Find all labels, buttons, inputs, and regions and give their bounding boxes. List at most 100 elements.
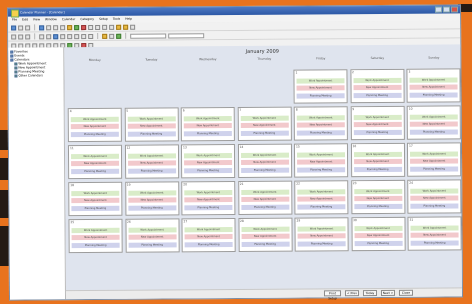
event-red[interactable]: New Appointment bbox=[183, 123, 232, 129]
calendar-view-icon[interactable] bbox=[67, 24, 73, 30]
event-green[interactable]: Work Appointment bbox=[184, 153, 233, 159]
day-cell[interactable]: 14 Work Appointment New Appointment Plannin… bbox=[237, 143, 292, 178]
event-red[interactable]: New Appointment bbox=[297, 159, 346, 165]
event-green[interactable]: Work Appointment bbox=[70, 116, 119, 123]
event-red[interactable]: New Appointment bbox=[353, 158, 402, 165]
event-green[interactable]: Work Appointment bbox=[409, 114, 458, 120]
event-green[interactable]: Work Appointment bbox=[184, 190, 233, 196]
event-green[interactable]: Work Appointment bbox=[240, 189, 289, 195]
day-cell[interactable]: 27 Work Appointment New Appointment Plannin… bbox=[181, 217, 236, 253]
day-cell[interactable]: 5 Work Appointment New Appointment Planning… bbox=[124, 107, 179, 142]
day-cell[interactable]: 16 Work Appointment New Appointment Plannin… bbox=[350, 142, 405, 178]
event-green[interactable]: Work Appointment bbox=[296, 78, 345, 84]
event-green[interactable]: Work Appointment bbox=[240, 152, 289, 158]
paste-icon[interactable] bbox=[60, 24, 66, 30]
align-right-icon[interactable] bbox=[53, 33, 59, 39]
event-red[interactable]: New Appointment bbox=[240, 196, 289, 202]
bottom-button[interactable]: Next > bbox=[380, 289, 396, 296]
menu-item[interactable]: Calendar bbox=[62, 16, 76, 23]
event-red[interactable]: New Appointment bbox=[240, 159, 289, 165]
event-blue[interactable]: Planning Meeting bbox=[127, 205, 176, 211]
event-blue[interactable]: Planning Meeting bbox=[70, 131, 119, 138]
font-size-field[interactable] bbox=[168, 32, 205, 38]
refresh-icon[interactable] bbox=[116, 33, 122, 39]
event-blue[interactable]: Planning Meeting bbox=[184, 168, 233, 174]
day-cell[interactable]: 18 Work Appointment New Appointment Plannin… bbox=[68, 181, 123, 217]
event-blue[interactable]: Planning Meeting bbox=[184, 242, 233, 248]
event-blue[interactable]: Planning Meeting bbox=[296, 130, 345, 136]
undo-icon[interactable] bbox=[81, 33, 87, 39]
bottom-button[interactable]: < Prev bbox=[344, 290, 360, 297]
day-cell[interactable]: 15 Work Appointment New Appointment Plannin… bbox=[293, 143, 349, 178]
event-green[interactable]: Work Appointment bbox=[240, 115, 289, 121]
event-red[interactable]: New Appointment bbox=[297, 233, 346, 239]
day-cell[interactable]: 28 Work Appointment New Appointment Plannin… bbox=[237, 217, 293, 252]
event-red[interactable]: New Appointment bbox=[184, 234, 233, 240]
print-icon[interactable] bbox=[39, 24, 45, 30]
event-blue[interactable]: Planning Meeting bbox=[184, 205, 233, 211]
event-blue[interactable]: Planning Meeting bbox=[353, 166, 402, 173]
event-blue[interactable]: Planning Meeting bbox=[353, 203, 402, 210]
open-icon[interactable] bbox=[18, 24, 24, 31]
close-button[interactable] bbox=[450, 6, 459, 13]
event-green[interactable]: Work Appointment bbox=[297, 152, 346, 158]
event-green[interactable]: Work Appointment bbox=[410, 188, 459, 194]
new-icon[interactable] bbox=[11, 25, 17, 31]
menu-item[interactable]: Help bbox=[125, 16, 132, 23]
event-blue[interactable]: Planning Meeting bbox=[127, 131, 176, 137]
day-cell[interactable]: 30 Work Appointment New Appointment Plannin… bbox=[350, 216, 406, 252]
event-red[interactable]: New Appointment bbox=[127, 160, 176, 166]
event-red[interactable]: New Appointment bbox=[184, 197, 233, 203]
event-blue[interactable]: Planning Meeting bbox=[240, 130, 289, 136]
help-icon[interactable] bbox=[130, 24, 136, 30]
day-cell[interactable]: 7 Work Appointment New Appointment Planning… bbox=[237, 106, 292, 141]
menu-item[interactable]: Window bbox=[45, 16, 57, 23]
day-cell[interactable]: 19 Work Appointment New Appointment Plannin… bbox=[124, 181, 179, 216]
align-left-icon[interactable] bbox=[39, 33, 45, 39]
event-green[interactable]: Work Appointment bbox=[127, 153, 176, 159]
indent-icon[interactable] bbox=[67, 33, 73, 39]
list-icon[interactable] bbox=[60, 33, 66, 39]
add-event-icon[interactable] bbox=[74, 24, 80, 30]
event-green[interactable]: Work Appointment bbox=[128, 227, 177, 233]
menu-item[interactable]: View bbox=[33, 16, 40, 23]
event-red[interactable]: New Appointment bbox=[410, 195, 459, 201]
event-blue[interactable]: Planning Meeting bbox=[354, 240, 403, 247]
event-green[interactable]: Work Appointment bbox=[71, 153, 120, 160]
font-name-field[interactable] bbox=[130, 32, 167, 39]
save-icon[interactable] bbox=[25, 24, 31, 30]
event-blue[interactable]: Planning Meeting bbox=[297, 241, 346, 247]
event-blue[interactable]: Planning Meeting bbox=[240, 204, 289, 210]
menu-item[interactable]: Tools bbox=[113, 16, 120, 23]
day-cell[interactable]: 26 Work Appointment New Appointment Plannin… bbox=[124, 218, 180, 253]
event-blue[interactable]: Planning Meeting bbox=[183, 131, 232, 137]
event-red[interactable]: New Appointment bbox=[127, 123, 176, 129]
event-blue[interactable]: Planning Meeting bbox=[127, 168, 176, 174]
event-red[interactable]: New Appointment bbox=[409, 121, 458, 127]
star-icon[interactable] bbox=[123, 24, 129, 30]
bottom-button[interactable]: Print Setup bbox=[323, 290, 342, 300]
event-blue[interactable]: Planning Meeting bbox=[71, 205, 120, 212]
event-green[interactable]: Work Appointment bbox=[352, 77, 402, 84]
event-red[interactable]: New Appointment bbox=[296, 85, 345, 91]
day-cell[interactable]: 10 Work Appointment New Appointment Plannin… bbox=[406, 105, 461, 140]
event-green[interactable]: Work Appointment bbox=[353, 151, 402, 158]
minimize-button[interactable] bbox=[434, 6, 443, 13]
event-green[interactable]: Work Appointment bbox=[409, 77, 458, 83]
event-blue[interactable]: Planning Meeting bbox=[71, 242, 120, 249]
event-green[interactable]: Work Appointment bbox=[127, 190, 176, 196]
copy-icon[interactable] bbox=[53, 24, 59, 30]
day-cell[interactable]: 13 Work Appointment New Appointment Plannin… bbox=[180, 144, 236, 179]
day-cell[interactable]: 12 Work Appointment New Appointment Plannin… bbox=[124, 144, 179, 179]
day-view-icon[interactable] bbox=[95, 24, 101, 30]
event-blue[interactable]: Planning Meeting bbox=[296, 93, 345, 99]
event-green[interactable]: Work Appointment bbox=[409, 151, 459, 157]
day-cell[interactable]: 9 Work Appointment New Appointment Planning… bbox=[350, 105, 405, 141]
day-cell[interactable]: 3 Work Appointment New Appointment Planning… bbox=[406, 68, 461, 103]
find-icon[interactable] bbox=[88, 24, 94, 30]
day-cell[interactable]: 4 Work Appointment New Appointment Planning… bbox=[67, 107, 122, 143]
underline-icon[interactable] bbox=[25, 33, 31, 39]
event-blue[interactable]: Planning Meeting bbox=[409, 129, 458, 135]
event-green[interactable]: Work Appointment bbox=[71, 190, 120, 197]
event-red[interactable]: New Appointment bbox=[296, 122, 345, 128]
